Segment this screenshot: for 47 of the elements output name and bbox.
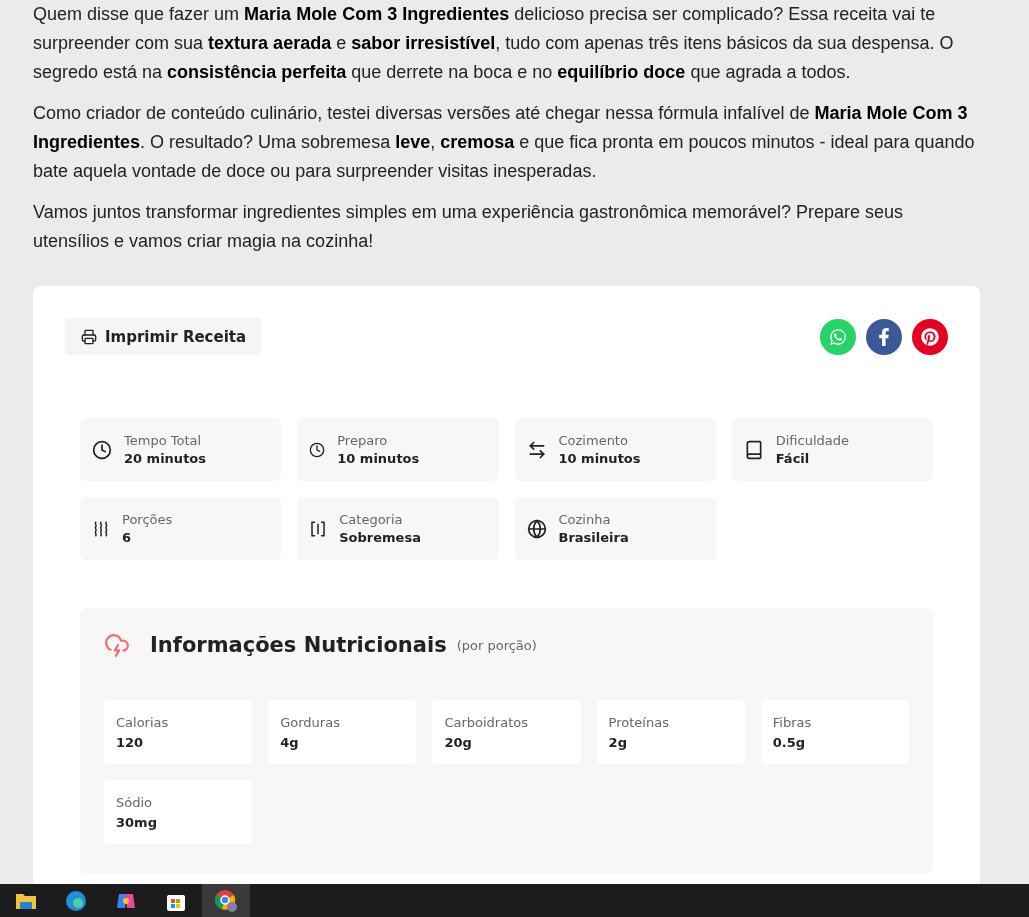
nutrient-label: Gorduras bbox=[280, 714, 341, 730]
detail-value: Sobremesa bbox=[339, 530, 421, 545]
detail-value: 6 bbox=[122, 530, 133, 545]
detail-value: 20 minutos bbox=[124, 451, 206, 466]
paragraph: Vamos juntos transformar ingredientes simples em uma experiência gastronômica memorável? Prepare seus utensílios e vamos criar magia na cozinha! bbox=[33, 201, 905, 253]
detail-label: Porções bbox=[122, 512, 173, 527]
nutrient-label: Calorias bbox=[116, 714, 170, 730]
detail-value: Brasileira bbox=[558, 530, 629, 545]
clock-icon bbox=[92, 439, 112, 460]
clock-icon bbox=[309, 441, 326, 458]
printer-icon bbox=[81, 328, 97, 345]
detail-value: 10 minutos bbox=[558, 451, 641, 466]
browser-icon bbox=[65, 889, 87, 912]
folder-icon bbox=[15, 891, 37, 910]
paragraph: Como criador de conteúdo culinário, testei diversas versões até chegar nessa fórmula infalível de Maria Mole Com 3 Ingredientes. O resultado? Uma sobremesa leve, cremosa e que fica pronta em poucos minutos - ideal para quando bate aquela vontade de doce ou para surpreender visitas inesperadas. bbox=[33, 102, 976, 183]
print-button[interactable]: Imprimir Receita bbox=[65, 318, 263, 355]
globe-icon bbox=[526, 518, 547, 539]
nutrient-value: 0.5g bbox=[772, 734, 807, 750]
nutrient-value: 4g bbox=[280, 734, 300, 750]
nutrient-label: Sódio bbox=[116, 794, 154, 810]
detail-label: Categoria bbox=[339, 512, 404, 527]
chrome-icon bbox=[214, 888, 238, 913]
nutrient-value: 2g bbox=[608, 734, 628, 750]
nutrient-label: Fibras bbox=[772, 714, 813, 730]
whatsapp-icon bbox=[829, 327, 847, 346]
nutrition-subtitle: (por porção) bbox=[456, 637, 537, 653]
paragraph: Quem disse que fazer um Maria Mole Com 3 Ingredientes delicioso precisa ser complicado? Essa receita vai te surpreender com sua textura aerada e sabor irresistível, tudo com apenas três itens básicos da sua despensa. O segredo está na consistência perfeita que derrete na boca e no equilíbrio doce que agrada a todos. bbox=[33, 3, 955, 84]
cloud-lightning-icon bbox=[104, 632, 130, 658]
detail-label: Preparo bbox=[337, 433, 389, 448]
share-button[interactable] bbox=[866, 318, 902, 355]
nutrient-label: Proteínas bbox=[608, 714, 670, 730]
nutrient-value: 30mg bbox=[116, 814, 158, 830]
detail-value: Fácil bbox=[775, 451, 811, 466]
detail-value: 10 minutos bbox=[337, 451, 420, 466]
brackets-icon bbox=[309, 519, 328, 538]
nutrient-value: 120 bbox=[116, 734, 145, 750]
nutrient-label: Carboidratos bbox=[444, 714, 529, 730]
detail-label: Dificuldade bbox=[775, 433, 850, 448]
taskbar-button[interactable] bbox=[202, 884, 250, 917]
share-button[interactable] bbox=[912, 318, 948, 355]
pinterest-icon bbox=[921, 327, 939, 346]
wavy-lines-icon bbox=[92, 519, 110, 538]
nutrition-title: Informações Nutricionais bbox=[150, 633, 447, 657]
nutrient-value: 20g bbox=[444, 734, 473, 750]
detail-label: Tempo Total bbox=[124, 433, 203, 448]
detail-label: Cozinha bbox=[558, 512, 612, 527]
detail-label: Cozimento bbox=[558, 433, 629, 448]
